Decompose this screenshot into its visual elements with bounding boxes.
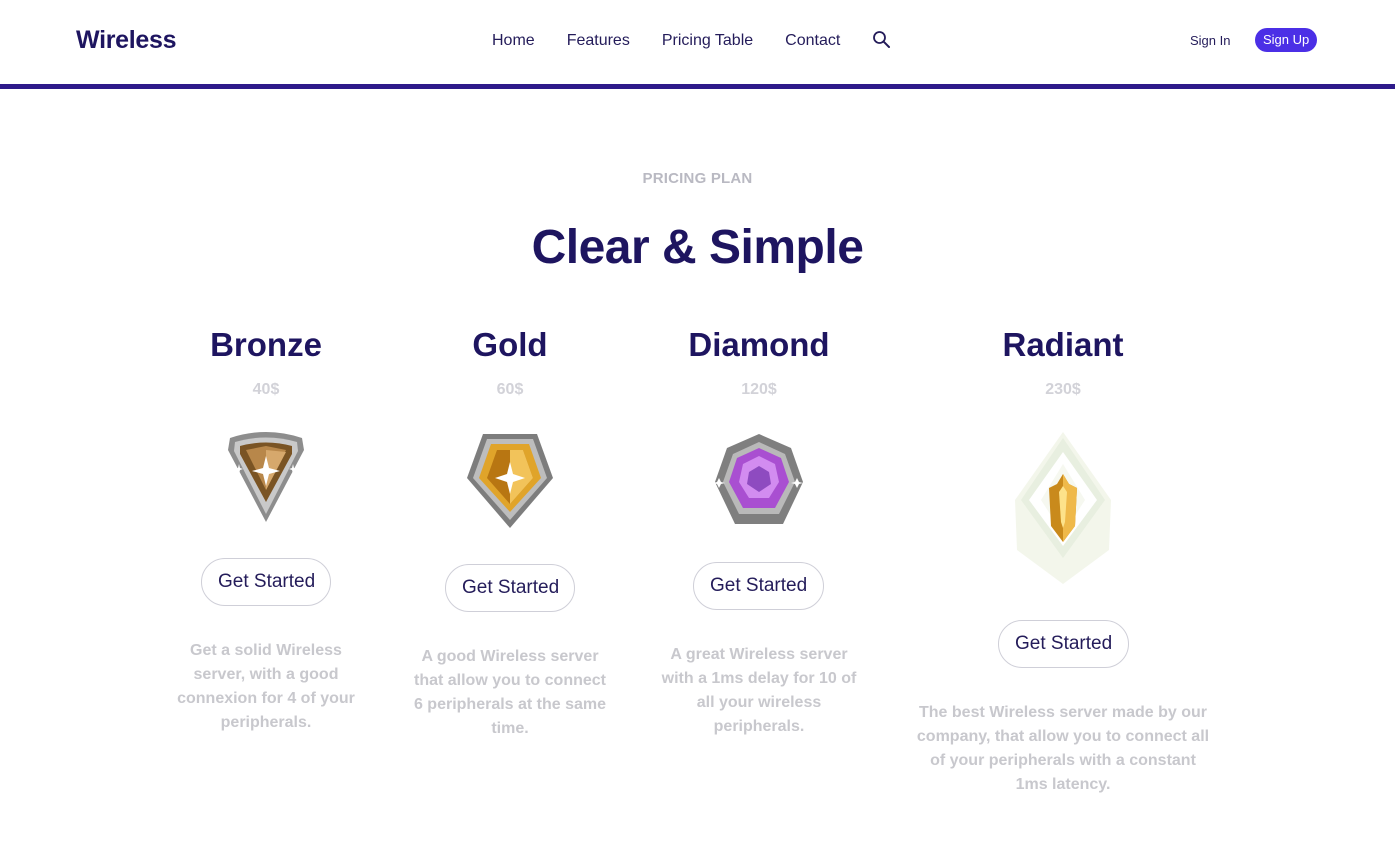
plan-description: Get a solid Wireless server, with a good… — [177, 642, 355, 731]
plan-name: Bronze — [210, 326, 322, 363]
plan-price: 230$ — [1045, 381, 1081, 398]
plan-description: A good Wireless server that allow you to… — [413, 648, 607, 737]
plan-price: 120$ — [741, 381, 777, 398]
plan-card-radiant: Radiant 230$ Get Started The best Wirele… — [913, 0, 1213, 860]
plan-description: The best Wireless server made by our com… — [916, 704, 1210, 793]
plan-name: Radiant — [1002, 326, 1124, 363]
plan-name: Diamond — [688, 326, 830, 363]
plan-price: 40$ — [252, 381, 280, 398]
bronze-rank-icon — [228, 432, 304, 522]
search-icon[interactable] — [872, 30, 892, 50]
plan-card-bronze: Bronze 40$ Get Started Get a solid Wirel… — [166, 0, 366, 860]
radiant-rank-icon — [1015, 432, 1111, 584]
brand-logo[interactable]: Wireless — [76, 26, 177, 55]
plan-price: 60$ — [496, 381, 524, 398]
get-started-button[interactable]: Get Started — [445, 564, 575, 612]
plan-name: Gold — [472, 326, 548, 363]
diamond-rank-icon — [713, 434, 803, 524]
get-started-button[interactable]: Get Started — [693, 562, 824, 610]
gold-rank-icon — [467, 434, 553, 528]
get-started-button[interactable]: Get Started — [201, 558, 331, 606]
get-started-button[interactable]: Get Started — [998, 620, 1129, 668]
plan-description: A great Wireless server with a 1ms delay… — [661, 646, 857, 735]
plan-card-gold: Gold 60$ Get Started A good Wireless ser… — [410, 0, 610, 860]
sign-up-button[interactable]: Sign Up — [1255, 28, 1318, 52]
plan-card-diamond: Diamond 120$ Get Started A great Wireles… — [659, 0, 859, 860]
